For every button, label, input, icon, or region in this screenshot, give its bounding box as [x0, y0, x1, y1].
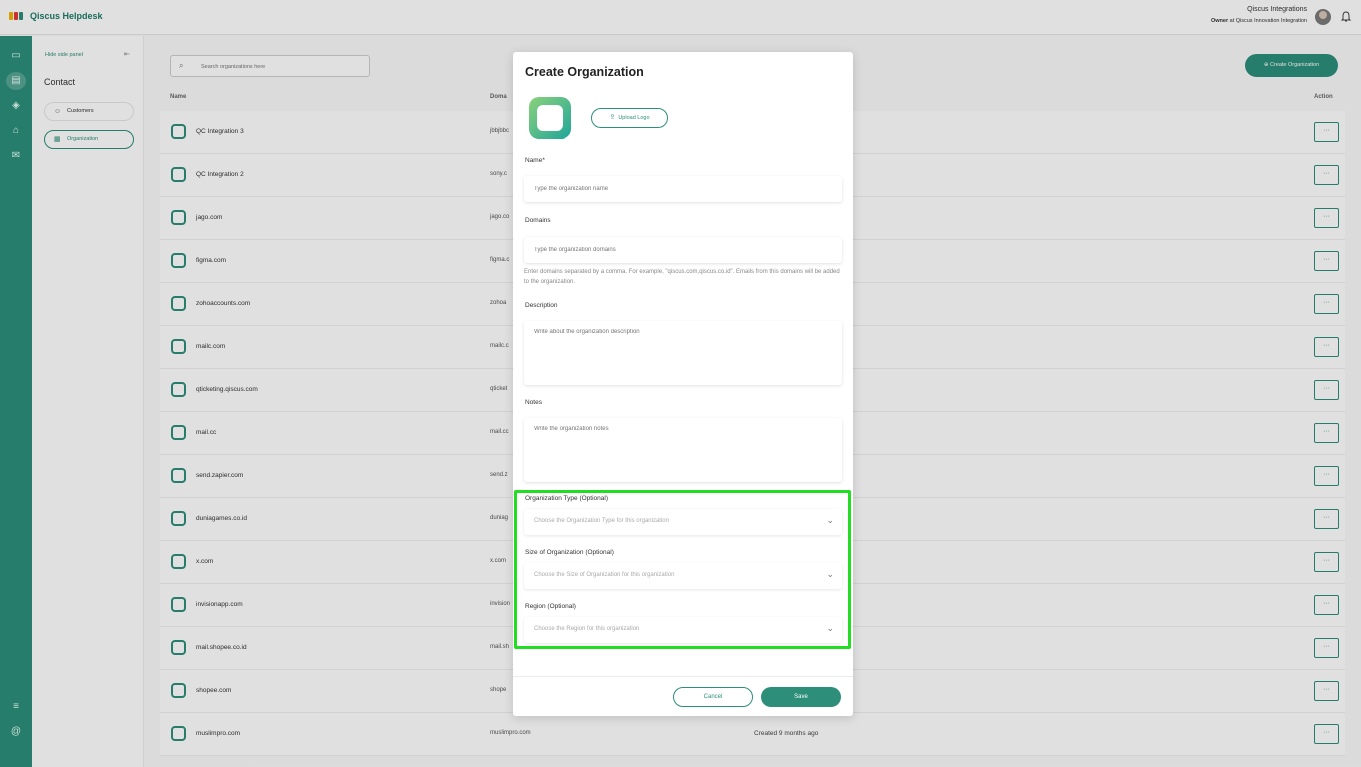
notes-field-box: [524, 418, 842, 482]
domains-input[interactable]: [534, 237, 834, 263]
modal-title: Create Organization: [525, 65, 644, 79]
name-input[interactable]: [534, 176, 834, 202]
upload-logo-button[interactable]: ⇪ Upload Logo: [591, 108, 668, 128]
organization-logo-icon: [529, 97, 571, 139]
domains-label: Domains: [525, 217, 551, 224]
domains-hint: Enter domains separated by a comma. For …: [524, 269, 840, 285]
optional-fields-highlight: [514, 490, 851, 649]
name-label: Name*: [525, 157, 545, 164]
cancel-button[interactable]: Cancel: [673, 687, 753, 707]
description-field-box: [524, 321, 842, 385]
save-button[interactable]: Save: [761, 687, 841, 707]
create-organization-modal: Create Organization ⇪Upload Logo Name* D…: [513, 52, 853, 716]
notes-label: Notes: [525, 399, 542, 406]
description-textarea[interactable]: [534, 329, 834, 379]
name-field-box: [524, 176, 842, 202]
domains-field-box: [524, 237, 842, 263]
notes-textarea[interactable]: [534, 426, 834, 476]
upload-icon: ⇪: [609, 114, 616, 121]
modal-footer: Cancel Save: [513, 676, 853, 716]
description-label: Description: [525, 302, 558, 309]
